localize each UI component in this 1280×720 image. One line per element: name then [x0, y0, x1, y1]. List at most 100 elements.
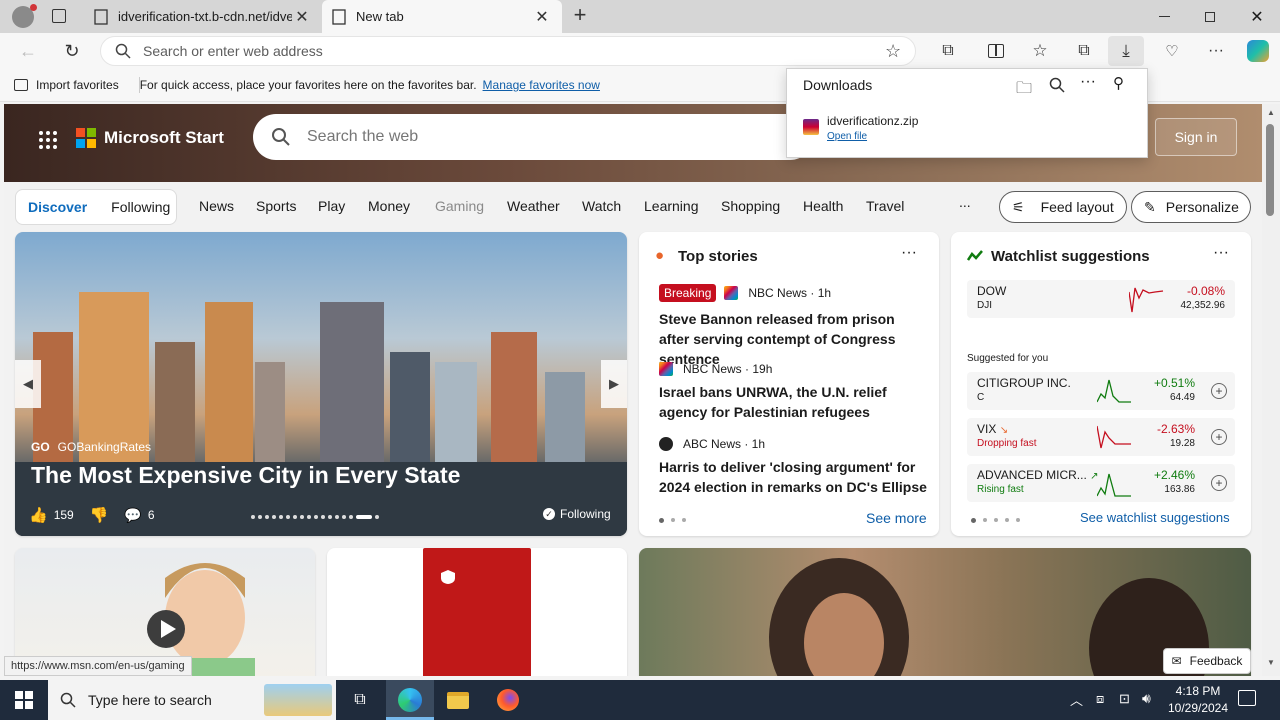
tab-actions-icon[interactable]	[52, 9, 66, 23]
nav-sports[interactable]: Sports	[256, 198, 296, 214]
open-file-link[interactable]: Open file	[827, 131, 867, 142]
scroll-down-icon[interactable]: ▼	[1267, 658, 1275, 667]
extensions-icon[interactable]: ⧉	[934, 37, 962, 65]
stock-change: -2.63%	[1156, 422, 1195, 436]
file-explorer-icon[interactable]	[434, 680, 482, 720]
more-icon[interactable]: ···	[1080, 73, 1096, 91]
performance-icon[interactable]: ♡	[1158, 37, 1186, 65]
nav-news[interactable]: News	[199, 198, 234, 214]
carousel-next-icon[interactable]: ▶	[601, 360, 627, 408]
device-icon[interactable]: ⧈	[1096, 691, 1104, 707]
search-icon[interactable]	[1049, 77, 1065, 93]
carousel-source[interactable]: GO GOBankingRates	[31, 440, 151, 454]
see-watchlist-link[interactable]: See watchlist suggestions	[1080, 510, 1230, 525]
collections-icon[interactable]: ⧉	[1070, 37, 1098, 65]
story-headline[interactable]: Harris to deliver 'closing argument' for…	[659, 457, 929, 497]
back-icon[interactable]: ←	[14, 37, 42, 65]
close-icon[interactable]: ✕	[292, 7, 312, 27]
taskbar-search[interactable]: Type here to search	[48, 680, 336, 720]
nav-money[interactable]: Money	[368, 198, 410, 214]
nav-shopping[interactable]: Shopping	[721, 198, 780, 214]
watchlist-row[interactable]: VIX ↘ Dropping fast -2.63% 19.28 +	[967, 418, 1235, 456]
feature-card[interactable]	[639, 548, 1251, 676]
close-icon[interactable]: ✕	[532, 7, 552, 27]
story-headline[interactable]: Steve Bannon released from prison after …	[659, 309, 919, 369]
watchlist-row[interactable]: DOW DJI -0.08% 42,352.96	[967, 280, 1235, 318]
nav-learning[interactable]: Learning	[644, 198, 699, 214]
add-watchlist-icon[interactable]: +	[1211, 383, 1227, 399]
copilot-icon[interactable]	[1244, 37, 1272, 65]
more-icon[interactable]: ···	[901, 244, 917, 262]
sign-in-button[interactable]: Sign in	[1155, 118, 1237, 156]
apps-grid-icon[interactable]	[38, 130, 58, 150]
see-more-link[interactable]: See more	[866, 510, 927, 526]
import-favorites[interactable]: Import favorites	[14, 78, 119, 92]
personalize-button[interactable]: ✎ Personalize	[1131, 191, 1251, 223]
tab-idverification[interactable]: idverification-txt.b-cdn.net/idver ✕	[84, 0, 322, 33]
comment-icon[interactable]: 💬	[124, 507, 141, 524]
nav-health[interactable]: Health	[803, 198, 843, 214]
more-icon[interactable]: ···	[1213, 244, 1229, 262]
scrollbar-thumb[interactable]	[1266, 124, 1274, 216]
story-headline[interactable]: Israel bans UNRWA, the U.N. relief agenc…	[659, 382, 919, 422]
network-icon[interactable]: ⊡	[1119, 691, 1130, 707]
task-view-icon[interactable]: ⧉	[336, 680, 384, 720]
address-bar[interactable]: Search or enter web address ☆	[100, 36, 916, 66]
system-clock[interactable]: 4:18 PM 10/29/2024	[1166, 683, 1230, 717]
favorite-star-icon[interactable]: ☆	[885, 41, 901, 62]
following-indicator[interactable]: ✓ Following	[543, 507, 611, 521]
folder-icon[interactable]: 🗀	[1016, 77, 1032, 104]
watchlist-row[interactable]: ADVANCED MICR... ↗ Rising fast +2.46% 16…	[967, 464, 1235, 502]
scroll-up-icon[interactable]: ▲	[1267, 108, 1275, 117]
favorites-icon[interactable]: ☆	[1026, 37, 1054, 65]
page-scrollbar[interactable]: ▲ ▼	[1262, 104, 1280, 676]
nav-play[interactable]: Play	[318, 198, 345, 214]
maximize-icon[interactable]	[1187, 0, 1233, 33]
close-window-icon[interactable]: ✕	[1234, 0, 1280, 33]
top-stories-card: ● Top stories ··· Breaking NBC News · 1h…	[639, 232, 939, 536]
carousel-headline[interactable]: The Most Expensive City in Every State	[31, 462, 460, 489]
profile-icon[interactable]	[12, 4, 37, 28]
dislike-icon[interactable]: 👎	[90, 506, 109, 524]
hero-carousel[interactable]: ◀ ▶ GO GOBankingRates The Most Expensive…	[15, 232, 627, 536]
add-watchlist-icon[interactable]: +	[1211, 475, 1227, 491]
nav-weather[interactable]: Weather	[507, 198, 560, 214]
firefox-icon[interactable]	[484, 680, 532, 720]
windows-logo-icon[interactable]	[0, 680, 48, 720]
edge-icon[interactable]	[386, 680, 434, 720]
volume-icon[interactable]: 🔊︎	[1142, 690, 1151, 707]
carousel-prev-icon[interactable]: ◀	[15, 360, 41, 408]
watchlist-row[interactable]: CITIGROUP INC. C +0.51% 64.49 +	[967, 372, 1235, 410]
manage-favorites-link[interactable]: Manage favorites now	[483, 78, 600, 92]
nav-watch[interactable]: Watch	[582, 198, 621, 214]
play-icon[interactable]	[146, 609, 186, 649]
feed-layout-button[interactable]: ⚟ Feed layout	[999, 191, 1127, 223]
tab-new-tab[interactable]: New tab ✕	[322, 0, 562, 33]
minimize-icon[interactable]	[1141, 0, 1187, 33]
refresh-icon[interactable]: ↻	[58, 37, 86, 65]
notification-icon[interactable]	[1238, 690, 1256, 706]
nav-more-icon[interactable]: ...	[959, 194, 971, 210]
chevron-up-icon[interactable]: ︿	[1070, 690, 1083, 709]
ad-card[interactable]	[327, 548, 627, 676]
carousel-dots[interactable]	[251, 515, 379, 519]
add-watchlist-icon[interactable]: +	[1211, 429, 1227, 445]
brand-logo[interactable]: Microsoft Start	[76, 128, 224, 148]
nav-gaming[interactable]: Gaming	[435, 198, 484, 214]
pin-icon[interactable]: ⚲	[1113, 74, 1124, 92]
download-icon[interactable]: ⤓	[1108, 36, 1144, 66]
new-tab-icon[interactable]: +	[568, 4, 592, 28]
abc-logo-icon	[659, 437, 673, 451]
tab-discover[interactable]: Discover	[16, 199, 99, 215]
sparkline-icon	[1129, 287, 1164, 313]
pager-dots[interactable]	[971, 518, 1020, 523]
nav-travel[interactable]: Travel	[866, 198, 904, 214]
more-icon[interactable]: ···	[1202, 37, 1230, 65]
web-search-box[interactable]: Search the web	[253, 114, 813, 160]
pager-dots[interactable]	[659, 518, 686, 523]
download-file-name[interactable]: idverificationz.zip	[827, 114, 918, 128]
split-screen-icon[interactable]	[982, 37, 1010, 65]
like-icon[interactable]: 👍	[29, 506, 48, 524]
feedback-button[interactable]: ✉ Feedback	[1163, 648, 1251, 674]
tab-following[interactable]: Following	[99, 199, 182, 215]
